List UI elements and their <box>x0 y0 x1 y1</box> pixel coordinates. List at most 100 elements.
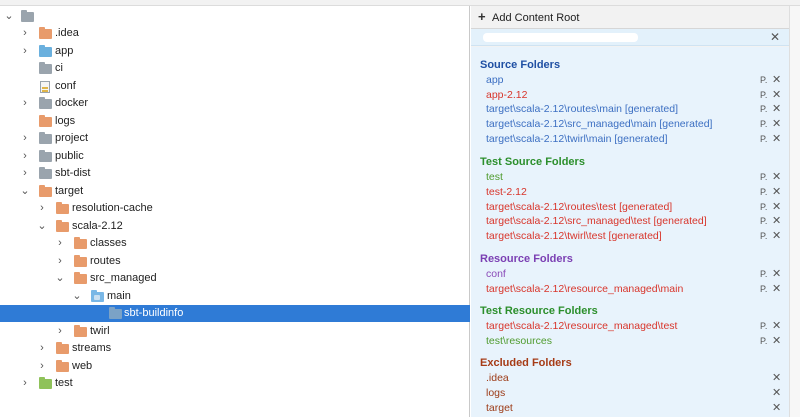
chevron-down-icon[interactable]: ⌄ <box>19 185 31 197</box>
folder-orange-icon <box>56 202 69 214</box>
source-folder-entry[interactable]: app <box>486 74 504 86</box>
tree-row-sbt-buildinfo[interactable]: sbt-buildinfo <box>0 305 470 322</box>
remove-icon[interactable]: ✕ <box>772 320 781 332</box>
properties-icon[interactable]: P. <box>760 283 767 295</box>
tree-row-docker[interactable]: › docker <box>0 95 470 112</box>
properties-icon[interactable]: P. <box>760 268 767 280</box>
test-resource-folder-entry[interactable]: target\scala-2.12\resource_managed\test <box>486 320 677 332</box>
tree-row-twirl[interactable]: › twirl <box>0 323 470 340</box>
excluded-folder-entry[interactable]: target <box>486 402 513 414</box>
chevron-right-icon[interactable]: › <box>19 45 31 57</box>
tree-row-public[interactable]: › public <box>0 148 470 165</box>
folder-grey-icon <box>39 150 52 162</box>
properties-icon[interactable]: P. <box>760 133 767 145</box>
test-source-folder-entry[interactable]: target\scala-2.12\src_managed\test [gene… <box>486 215 707 227</box>
chevron-right-icon[interactable]: › <box>19 27 31 39</box>
remove-icon[interactable]: ✕ <box>772 186 781 198</box>
chevron-right-icon[interactable]: › <box>54 237 66 249</box>
properties-icon[interactable]: P. <box>760 89 767 101</box>
tree-row-scala-2-12[interactable]: ⌄ scala-2.12 <box>0 218 470 235</box>
tree-row-project[interactable]: › project <box>0 130 470 147</box>
excluded-folder-entry[interactable]: logs <box>486 387 505 399</box>
source-folder-entry[interactable]: app-2.12 <box>486 89 527 101</box>
tree-row-idea[interactable]: › .idea <box>0 25 470 42</box>
properties-icon[interactable]: P. <box>760 335 767 347</box>
remove-icon[interactable]: ✕ <box>772 283 781 295</box>
chevron-right-icon[interactable]: › <box>36 342 48 354</box>
chevron-down-icon[interactable]: ⌄ <box>3 10 15 22</box>
remove-icon[interactable]: ✕ <box>772 402 781 414</box>
tree-row-web[interactable]: › web <box>0 358 470 375</box>
remove-icon[interactable]: ✕ <box>772 89 781 101</box>
remove-icon[interactable]: ✕ <box>772 74 781 86</box>
properties-icon[interactable]: P. <box>760 103 767 115</box>
content-root-header: ✕ <box>471 29 789 46</box>
excluded-folder-entry[interactable]: .idea <box>486 372 509 384</box>
tree-row-root[interactable]: ⌄ <box>0 8 470 25</box>
tree-label: conf <box>55 80 76 92</box>
test-source-folder-entry[interactable]: target\scala-2.12\routes\test [generated… <box>486 201 672 213</box>
close-icon[interactable]: ✕ <box>770 30 780 44</box>
properties-icon[interactable]: P. <box>760 74 767 86</box>
tree-row-main[interactable]: ⌄ main <box>0 288 470 305</box>
chevron-right-icon[interactable]: › <box>19 97 31 109</box>
properties-icon[interactable]: P. <box>760 186 767 198</box>
tree-row-routes[interactable]: › routes <box>0 253 470 270</box>
chevron-right-icon[interactable]: › <box>54 325 66 337</box>
tree-row-sbt-dist[interactable]: › sbt-dist <box>0 165 470 182</box>
chevron-down-icon[interactable]: ⌄ <box>71 290 83 302</box>
source-folder-entry[interactable]: target\scala-2.12\twirl\main [generated] <box>486 133 668 145</box>
add-content-root-button[interactable]: + Add Content Root <box>471 6 789 29</box>
tree-row-conf[interactable]: conf <box>0 78 470 95</box>
chevron-right-icon[interactable]: › <box>19 167 31 179</box>
section-title-test-source-folders: Test Source Folders <box>480 156 585 168</box>
tree-row-ci[interactable]: ci <box>0 60 470 77</box>
remove-icon[interactable]: ✕ <box>772 118 781 130</box>
test-source-folder-entry[interactable]: test <box>486 171 503 183</box>
resource-folder-entry[interactable]: target\scala-2.12\resource_managed\main <box>486 283 683 295</box>
remove-icon[interactable]: ✕ <box>772 171 781 183</box>
test-source-folder-entry[interactable]: test-2.12 <box>486 186 527 198</box>
folder-orange-icon <box>39 185 52 197</box>
chevron-right-icon[interactable]: › <box>36 202 48 214</box>
chevron-right-icon[interactable]: › <box>36 360 48 372</box>
chevron-right-icon[interactable]: › <box>19 150 31 162</box>
tree-row-classes[interactable]: › classes <box>0 235 470 252</box>
project-tree[interactable]: ⌄ › .idea › app ci conf › docker logs › … <box>0 6 470 417</box>
test-source-folder-entry[interactable]: target\scala-2.12\twirl\test [generated] <box>486 230 662 242</box>
remove-icon[interactable]: ✕ <box>772 215 781 227</box>
chevron-right-icon[interactable]: › <box>54 255 66 267</box>
tree-row-app[interactable]: › app <box>0 43 470 60</box>
remove-icon[interactable]: ✕ <box>772 268 781 280</box>
tree-row-test[interactable]: › test <box>0 375 470 392</box>
chevron-down-icon[interactable]: ⌄ <box>54 272 66 284</box>
tree-row-streams[interactable]: › streams <box>0 340 470 357</box>
tree-label: logs <box>55 115 76 127</box>
remove-icon[interactable]: ✕ <box>772 201 781 213</box>
remove-icon[interactable]: ✕ <box>772 230 781 242</box>
properties-icon[interactable]: P. <box>760 320 767 332</box>
properties-icon[interactable]: P. <box>760 171 767 183</box>
tree-row-target[interactable]: ⌄ target <box>0 183 470 200</box>
test-resource-folder-entry[interactable]: test\resources <box>486 335 552 347</box>
remove-icon[interactable]: ✕ <box>772 335 781 347</box>
properties-icon[interactable]: P. <box>760 118 767 130</box>
redacted-root-path <box>483 33 638 42</box>
properties-icon[interactable]: P. <box>760 230 767 242</box>
tree-row-logs[interactable]: logs <box>0 113 470 130</box>
remove-icon[interactable]: ✕ <box>772 372 781 384</box>
properties-icon[interactable]: P. <box>760 201 767 213</box>
remove-icon[interactable]: ✕ <box>772 387 781 399</box>
source-folder-entry[interactable]: target\scala-2.12\src_managed\main [gene… <box>486 118 712 130</box>
chevron-down-icon[interactable]: ⌄ <box>36 220 48 232</box>
tree-label: .idea <box>55 27 79 39</box>
remove-icon[interactable]: ✕ <box>772 133 781 145</box>
tree-row-resolution-cache[interactable]: › resolution-cache <box>0 200 470 217</box>
chevron-right-icon[interactable]: › <box>19 377 31 389</box>
remove-icon[interactable]: ✕ <box>772 103 781 115</box>
source-folder-entry[interactable]: target\scala-2.12\routes\main [generated… <box>486 103 678 115</box>
chevron-right-icon[interactable]: › <box>19 132 31 144</box>
tree-row-src-managed[interactable]: ⌄ src_managed <box>0 270 470 287</box>
properties-icon[interactable]: P. <box>760 215 767 227</box>
resource-folder-entry[interactable]: conf <box>486 268 506 280</box>
